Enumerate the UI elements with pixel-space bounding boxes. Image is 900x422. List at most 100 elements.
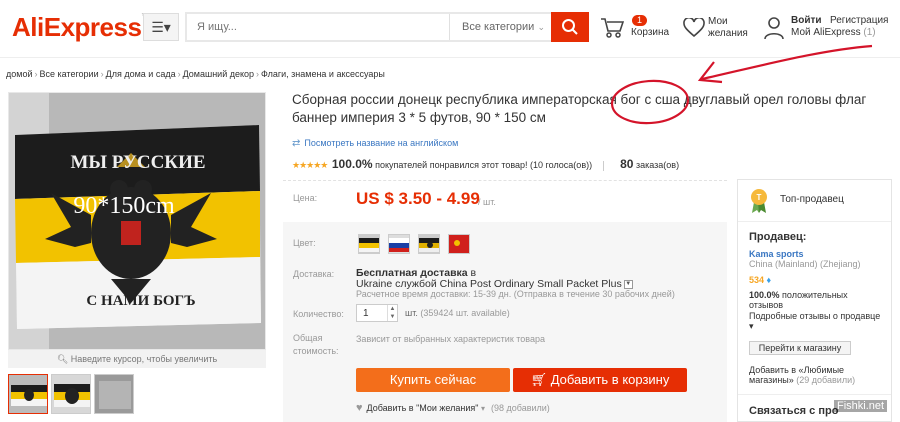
chevron-down-icon: ▾: [749, 321, 754, 331]
price-unit: / шт.: [478, 197, 496, 207]
seller-score[interactable]: 534 ♦: [749, 275, 771, 285]
chevron-down-icon: ⌄: [537, 22, 545, 32]
cart-label: Корзина: [631, 27, 670, 38]
positive-feedback: 100.0% положительных отзывов: [749, 290, 884, 310]
search-button[interactable]: [551, 12, 589, 42]
total-note: Зависит от выбранных характеристик товар…: [356, 334, 545, 344]
price-label: Цена:: [293, 193, 318, 203]
total-label-line2: стоимость:: [293, 346, 339, 356]
add-favorite-store[interactable]: Добавить в «Любимые магазины» (29 добави…: [749, 365, 889, 385]
cart-plus-icon: 🛒︎: [530, 372, 551, 387]
options-panel: Цвет: Доставка: Бесплатная доставка в Uk…: [283, 222, 727, 422]
zoom-hint: 🔍︎ Наведите курсор, чтобы увеличить: [8, 350, 266, 368]
quantity-label: Количество:: [293, 309, 344, 319]
product-title: Сборная россии донецк республика императ…: [292, 91, 882, 127]
my-aliexpress-link[interactable]: Мой AliExpress (1): [791, 27, 876, 38]
breadcrumb-all-categories[interactable]: Все категории: [39, 69, 98, 79]
star-rating-icon: ★★★★★: [292, 160, 328, 170]
categories-menu-button[interactable]: ☰▾: [143, 13, 179, 41]
quantity-stepper[interactable]: 1 ▲ ▼: [356, 304, 398, 322]
wishlist-count: (98 добавили): [491, 403, 550, 413]
account-area: Войти Регистрация Мой AliExpress (1): [763, 14, 893, 44]
flag-image: МЫ РУССКИЕ 90*150cm С НАМИ БОГЪ: [9, 93, 265, 349]
breadcrumb-home-garden[interactable]: Для дома и сада: [106, 69, 176, 79]
quantity-value: 1: [363, 308, 369, 319]
register-link[interactable]: Регистрация: [830, 15, 888, 26]
orders-label: заказа(ов): [636, 160, 680, 170]
add-to-wishlist-label: Добавить в "Мои желания": [366, 403, 479, 413]
top-seller-badge: T Топ-продавец: [738, 180, 891, 222]
store-location: China (Mainland) (Zhejiang): [749, 259, 861, 269]
quantity-unit: шт.: [405, 308, 418, 318]
breadcrumb-home-decor[interactable]: Домашний декор: [183, 69, 254, 79]
add-to-cart-button[interactable]: 🛒︎ Добавить в корзину: [513, 368, 687, 392]
diamond-icon: ♦: [766, 275, 772, 285]
color-swatch[interactable]: [358, 234, 380, 254]
zoom-hint-text: Наведите курсор, чтобы увеличить: [70, 354, 218, 364]
aliexpress-logo[interactable]: AliExpress™: [12, 12, 149, 43]
view-english-text: Посмотреть название на английском: [304, 138, 459, 148]
color-swatch[interactable]: [418, 234, 440, 254]
cart-button[interactable]: 1 Корзина: [600, 15, 670, 45]
seller-reviews-link[interactable]: Подробные отзывы о продавце ▾: [749, 311, 884, 331]
header: AliExpress™ ☰▾ Все категории⌄ 1 Корзина …: [0, 0, 900, 58]
top-seller-label: Топ-продавец: [780, 194, 844, 205]
search-category-select[interactable]: Все категории ⌄: [449, 14, 553, 40]
title-highlight: бог с сша: [620, 92, 681, 107]
price-row: Цена: US $ 3.50 - 4.99 / шт.: [283, 180, 727, 220]
user-icon: [764, 17, 784, 40]
login-link[interactable]: Войти: [791, 15, 822, 26]
my-aliexpress-count: (1): [863, 27, 876, 38]
breadcrumb-flags[interactable]: Флаги, знамена и аксессуары: [261, 69, 385, 79]
total-label: Общая стоимость:: [293, 332, 339, 358]
chevron-down-icon: ▾: [480, 404, 485, 413]
go-to-store-button[interactable]: Перейти к магазину: [749, 341, 851, 355]
title-part-1: Сборная россии донецк республика императ…: [292, 92, 621, 107]
flag-top-text: МЫ РУССКИЕ: [70, 152, 205, 173]
breadcrumb-home[interactable]: домой: [6, 69, 32, 79]
cart-icon: [601, 18, 624, 38]
magnifier-icon: 🔍︎: [56, 354, 71, 364]
search-bar: Все категории⌄: [185, 12, 589, 42]
wishlist-label-line1: Мои: [708, 16, 728, 27]
store-name-link[interactable]: Kama sports: [749, 249, 804, 259]
product-main-image[interactable]: МЫ РУССКИЕ 90*150cm С НАМИ БОГЪ: [8, 92, 266, 350]
thumbnail[interactable]: [51, 374, 91, 414]
cart-count-badge: 1: [632, 15, 648, 26]
seller-score-value: 534: [749, 275, 765, 285]
heart-icon: ♥: [356, 402, 363, 414]
search-category-label: Все категории: [462, 21, 535, 33]
chevron-down-icon: ▼: [623, 279, 633, 289]
contact-seller-label: Связаться с про: [749, 405, 839, 417]
flag-bottom-text: С НАМИ БОГЪ: [86, 293, 195, 309]
logo-text: AliExpress: [12, 12, 142, 42]
thumbnail[interactable]: [94, 374, 134, 414]
breadcrumb: домой › Все категории › Для дома и сада › Дома…: [6, 69, 385, 79]
total-label-line1: Общая: [293, 333, 323, 343]
shipping-label: Доставка:: [293, 269, 335, 279]
menu-icon: ☰▾: [151, 19, 171, 35]
orders-count: 80: [620, 157, 634, 171]
buy-now-button[interactable]: Купить сейчас: [356, 368, 510, 392]
quantity-available-text: (359424 шт. available): [420, 308, 510, 318]
stepper-arrows-icon[interactable]: ▲ ▼: [387, 305, 397, 321]
wishlist-label-line2: желания: [708, 28, 748, 39]
view-english-link[interactable]: ⇄ Посмотреть название на английском: [292, 138, 458, 149]
search-input[interactable]: [187, 14, 449, 40]
seller-panel: T Топ-продавец Продавец: Kama sports Chi…: [737, 179, 892, 422]
svg-text:T: T: [757, 193, 762, 202]
add-to-wishlist[interactable]: ♥ Добавить в "Мои желания" ▾ (98 добавили): [356, 402, 550, 414]
watermark: Fishki.net: [834, 400, 888, 412]
thumbnail[interactable]: [8, 374, 48, 414]
color-swatch[interactable]: [448, 234, 470, 254]
shipping-time: Расчетное время доставки: 15-39 дн. (Отп…: [356, 289, 675, 299]
positive-percent: 100.0%: [749, 290, 780, 300]
add-to-cart-label: Добавить в корзину: [550, 372, 670, 387]
quantity-available: шт. (359424 шт. available): [405, 308, 510, 318]
rating-text[interactable]: покупателей понравился этот товар! (10 г…: [375, 160, 592, 170]
search-icon: [562, 19, 578, 35]
wishlist-button[interactable]: Мои желания: [683, 14, 755, 44]
seller-heading: Продавец:: [749, 231, 807, 243]
rating-row: ★★★★★ 100.0% покупателей понравился этот…: [292, 157, 679, 171]
color-swatch[interactable]: [388, 234, 410, 254]
